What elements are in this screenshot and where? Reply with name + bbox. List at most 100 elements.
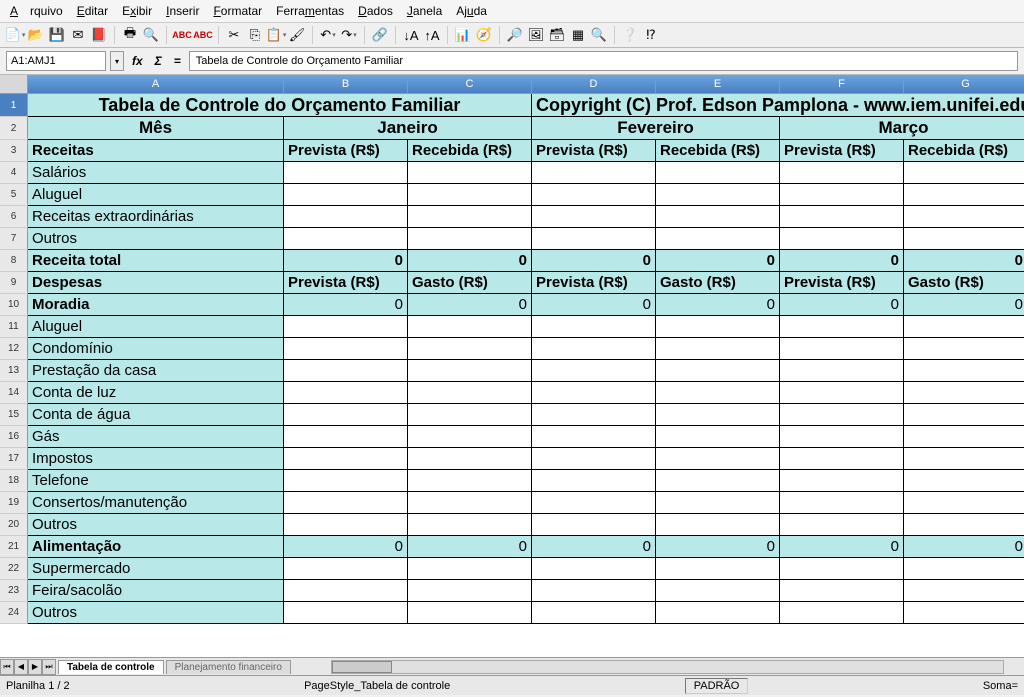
lbl-receitas[interactable]: Receitas bbox=[28, 140, 284, 161]
row-header-16[interactable]: 16 bbox=[0, 426, 28, 448]
cell[interactable] bbox=[284, 470, 408, 491]
moradia-item[interactable]: Conta de água bbox=[28, 404, 284, 425]
cell[interactable] bbox=[656, 228, 780, 249]
cell[interactable]: 0 bbox=[408, 294, 532, 315]
cell[interactable] bbox=[532, 184, 656, 205]
cell[interactable] bbox=[284, 162, 408, 183]
cell[interactable]: 0 bbox=[532, 250, 656, 271]
row-header-23[interactable]: 23 bbox=[0, 580, 28, 602]
cell[interactable] bbox=[408, 602, 532, 623]
datasource-icon[interactable]: 🗃 bbox=[548, 26, 566, 44]
cell[interactable] bbox=[780, 228, 904, 249]
cell[interactable] bbox=[284, 206, 408, 227]
cell[interactable] bbox=[904, 514, 1024, 535]
cell[interactable] bbox=[532, 162, 656, 183]
cell[interactable] bbox=[656, 492, 780, 513]
cell[interactable]: 0 bbox=[408, 250, 532, 271]
cell[interactable] bbox=[408, 580, 532, 601]
cell[interactable] bbox=[904, 580, 1024, 601]
cell[interactable] bbox=[656, 184, 780, 205]
spellcheck-icon[interactable]: ABC bbox=[173, 26, 191, 44]
navigator-icon[interactable]: 🧭 bbox=[475, 26, 493, 44]
cell[interactable] bbox=[904, 602, 1024, 623]
cell[interactable] bbox=[408, 492, 532, 513]
cell[interactable] bbox=[780, 558, 904, 579]
cell[interactable] bbox=[408, 470, 532, 491]
cell[interactable] bbox=[656, 382, 780, 403]
cell[interactable] bbox=[780, 470, 904, 491]
cell[interactable] bbox=[780, 162, 904, 183]
cell[interactable] bbox=[780, 206, 904, 227]
cell[interactable] bbox=[904, 492, 1024, 513]
cell[interactable] bbox=[656, 448, 780, 469]
hdr-recebida[interactable]: Recebida (R$) bbox=[408, 140, 532, 161]
receita-item[interactable]: Outros bbox=[28, 228, 284, 249]
title-main[interactable]: Tabela de Controle do Orçamento Familiar bbox=[28, 94, 532, 116]
col-header-G[interactable]: G bbox=[904, 75, 1024, 93]
pdf-icon[interactable]: 📕 bbox=[90, 26, 108, 44]
cell[interactable] bbox=[532, 382, 656, 403]
find-icon[interactable]: 🔎 bbox=[506, 26, 524, 44]
cell[interactable] bbox=[408, 228, 532, 249]
menu-ajuda[interactable]: Ajuda bbox=[450, 2, 493, 20]
cell[interactable] bbox=[656, 404, 780, 425]
cell[interactable] bbox=[780, 338, 904, 359]
print-icon[interactable]: 🖶 bbox=[121, 26, 139, 44]
format-paint-icon[interactable]: 🖌 bbox=[288, 26, 306, 44]
cell[interactable] bbox=[408, 316, 532, 337]
moradia-item[interactable]: Condomínio bbox=[28, 338, 284, 359]
cell[interactable] bbox=[284, 228, 408, 249]
scroll-thumb[interactable] bbox=[332, 661, 392, 673]
cell[interactable] bbox=[904, 206, 1024, 227]
cell[interactable] bbox=[408, 404, 532, 425]
row-header-3[interactable]: 3 bbox=[0, 140, 28, 162]
cell[interactable] bbox=[904, 382, 1024, 403]
hyperlink-icon[interactable]: 🔗 bbox=[371, 26, 389, 44]
cell[interactable] bbox=[656, 162, 780, 183]
cell[interactable] bbox=[656, 580, 780, 601]
cell-reference-input[interactable]: A1:AMJ1 bbox=[6, 51, 106, 71]
hdr-recebida[interactable]: Recebida (R$) bbox=[656, 140, 780, 161]
cell[interactable]: 0 bbox=[408, 536, 532, 557]
tab-next-icon[interactable]: ▶ bbox=[28, 659, 42, 675]
row-header-17[interactable]: 17 bbox=[0, 448, 28, 470]
horizontal-scrollbar[interactable] bbox=[331, 660, 1004, 674]
cell[interactable] bbox=[284, 602, 408, 623]
help-icon[interactable]: ❔ bbox=[621, 26, 639, 44]
cell[interactable] bbox=[408, 514, 532, 535]
moradia-item[interactable]: Outros bbox=[28, 514, 284, 535]
col-header-B[interactable]: B bbox=[284, 75, 408, 93]
cell[interactable] bbox=[656, 514, 780, 535]
cell[interactable] bbox=[904, 162, 1024, 183]
redo-icon[interactable]: ↷ bbox=[340, 26, 358, 44]
menu-exibir[interactable]: Exibir bbox=[116, 2, 158, 20]
cell[interactable] bbox=[532, 404, 656, 425]
preview-icon[interactable]: 🔍 bbox=[142, 26, 160, 44]
menu-editar[interactable]: Editar bbox=[71, 2, 114, 20]
row-header-15[interactable]: 15 bbox=[0, 404, 28, 426]
cell[interactable]: 0 bbox=[656, 294, 780, 315]
status-insert-mode[interactable]: PADRÃO bbox=[685, 678, 749, 694]
lbl-despesas[interactable]: Despesas bbox=[28, 272, 284, 293]
cell[interactable]: 0 bbox=[284, 536, 408, 557]
row-header-5[interactable]: 5 bbox=[0, 184, 28, 206]
cell[interactable] bbox=[656, 206, 780, 227]
hdr-fevereiro[interactable]: Fevereiro bbox=[532, 117, 780, 139]
cell[interactable] bbox=[780, 360, 904, 381]
cell[interactable] bbox=[532, 228, 656, 249]
cell[interactable] bbox=[284, 492, 408, 513]
row-header-9[interactable]: 9 bbox=[0, 272, 28, 294]
tab-prev-icon[interactable]: ◀ bbox=[14, 659, 28, 675]
cell[interactable] bbox=[904, 470, 1024, 491]
cell[interactable]: 0 bbox=[284, 250, 408, 271]
cell[interactable] bbox=[532, 426, 656, 447]
open-icon[interactable]: 📂 bbox=[27, 26, 45, 44]
lbl-moradia[interactable]: Moradia bbox=[28, 294, 284, 315]
cell[interactable] bbox=[532, 514, 656, 535]
cell[interactable] bbox=[284, 360, 408, 381]
col-header-D[interactable]: D bbox=[532, 75, 656, 93]
tab-first-icon[interactable]: ⏮ bbox=[0, 659, 14, 675]
row-header-12[interactable]: 12 bbox=[0, 338, 28, 360]
cell[interactable]: 0 bbox=[780, 294, 904, 315]
formula-input[interactable]: Tabela de Controle do Orçamento Familiar bbox=[189, 51, 1018, 71]
